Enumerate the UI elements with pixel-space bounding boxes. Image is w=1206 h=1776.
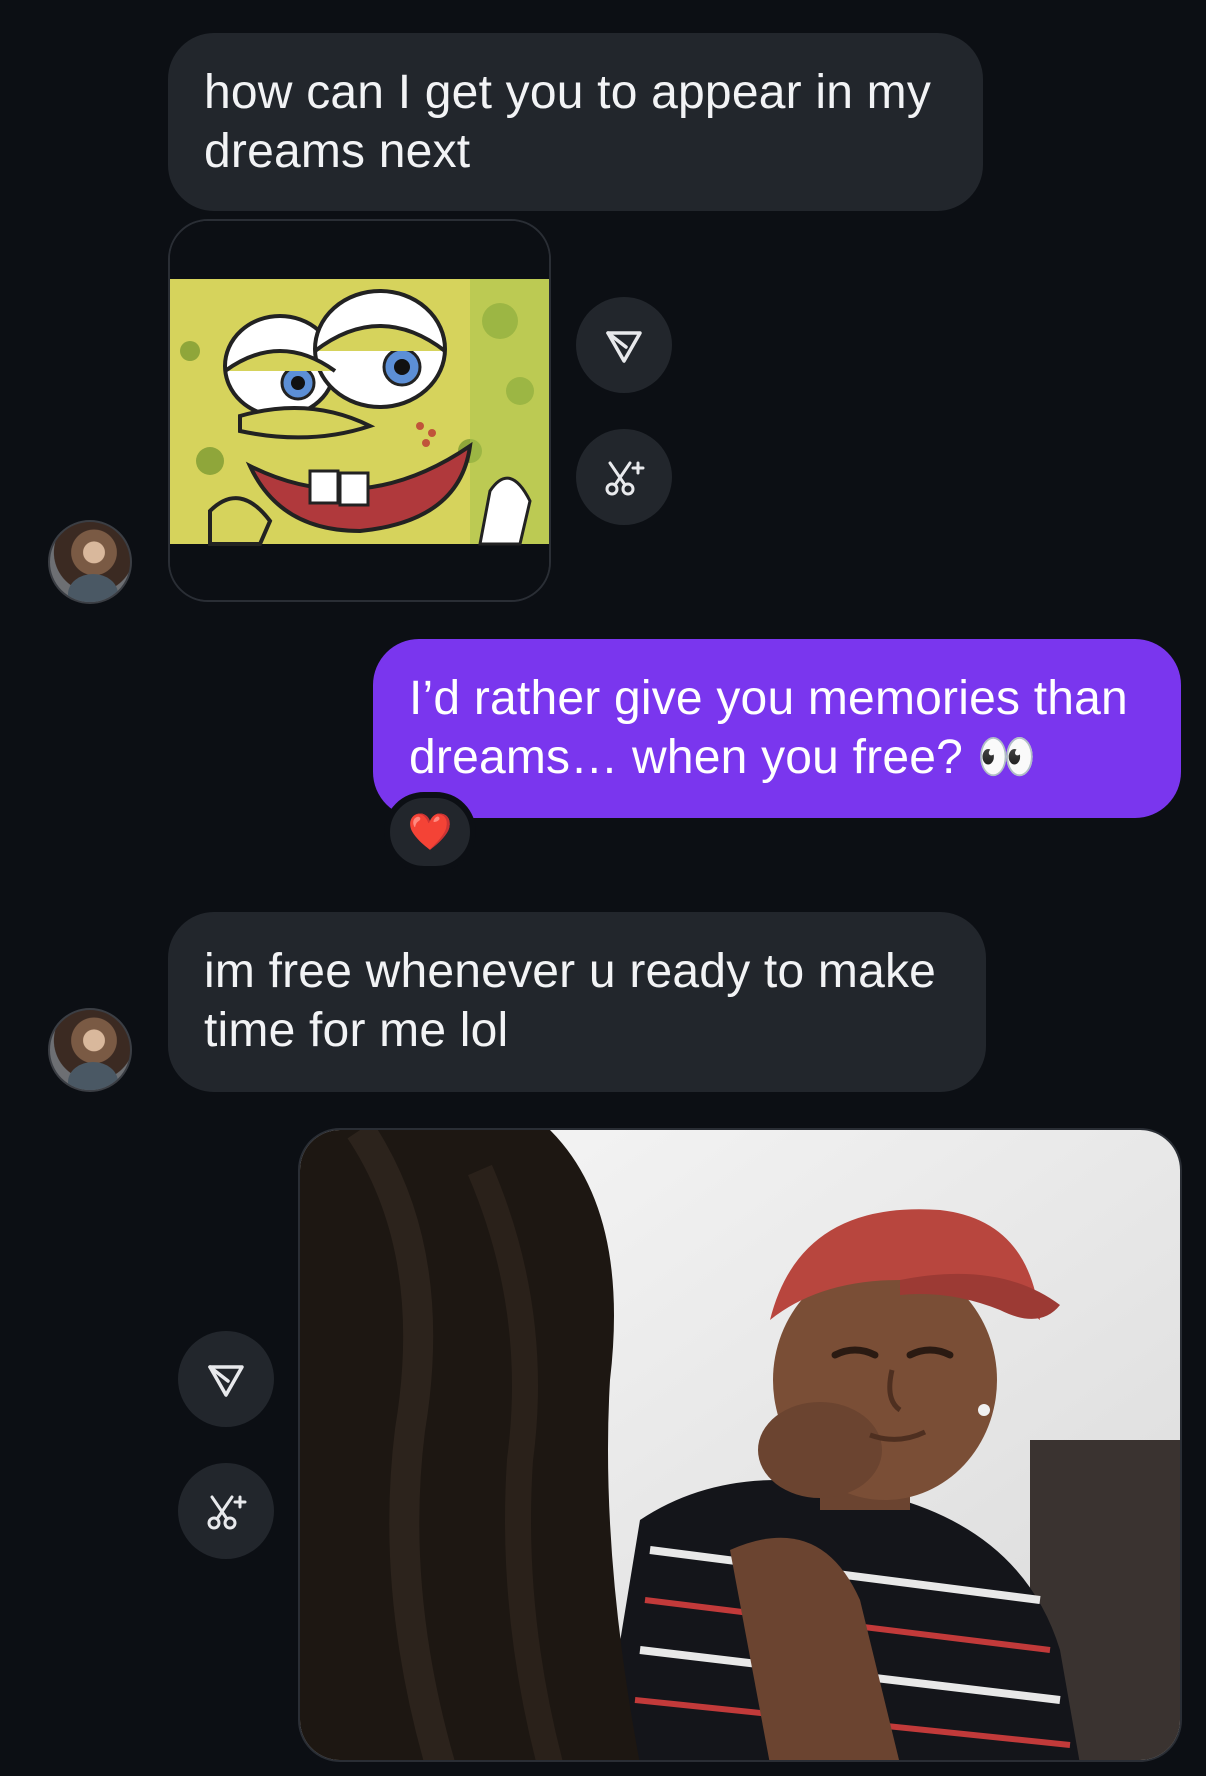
share-button[interactable] xyxy=(576,297,672,393)
outgoing-message-bubble[interactable]: I’d rather give you memories than dreams… xyxy=(373,639,1181,818)
man-red-cap-image xyxy=(300,1130,1180,1760)
avatar-figure xyxy=(68,574,118,602)
outgoing-image-message[interactable] xyxy=(298,1128,1182,1762)
ai-edit-button[interactable] xyxy=(178,1463,274,1559)
incoming-image-message[interactable] xyxy=(168,219,551,602)
heart-reaction-icon: ❤️ xyxy=(407,811,453,852)
scissors-sparkle-icon xyxy=(605,461,645,496)
message-text: im free whenever u ready to make time fo… xyxy=(204,945,937,1057)
contact-avatar[interactable] xyxy=(48,1008,132,1092)
avatar-figure xyxy=(68,1062,118,1090)
ai-edit-button[interactable] xyxy=(576,429,672,525)
share-icon xyxy=(208,1365,244,1397)
incoming-message-bubble[interactable]: im free whenever u ready to make time fo… xyxy=(168,912,986,1092)
message-text: how can I get you to appear in my dreams… xyxy=(204,66,932,178)
scissors-sparkle-icon xyxy=(207,1495,247,1530)
chat-screen: how can I get you to appear in my dreams… xyxy=(0,0,1206,1776)
message-text: I’d rather give you memories than dreams… xyxy=(409,672,1128,784)
share-icon xyxy=(606,331,642,363)
reaction-badge[interactable]: ❤️ xyxy=(384,792,476,872)
incoming-message-bubble[interactable]: how can I get you to appear in my dreams… xyxy=(168,33,983,211)
contact-avatar[interactable] xyxy=(48,520,132,604)
spongebob-meme-image xyxy=(170,221,549,600)
share-button[interactable] xyxy=(178,1331,274,1427)
